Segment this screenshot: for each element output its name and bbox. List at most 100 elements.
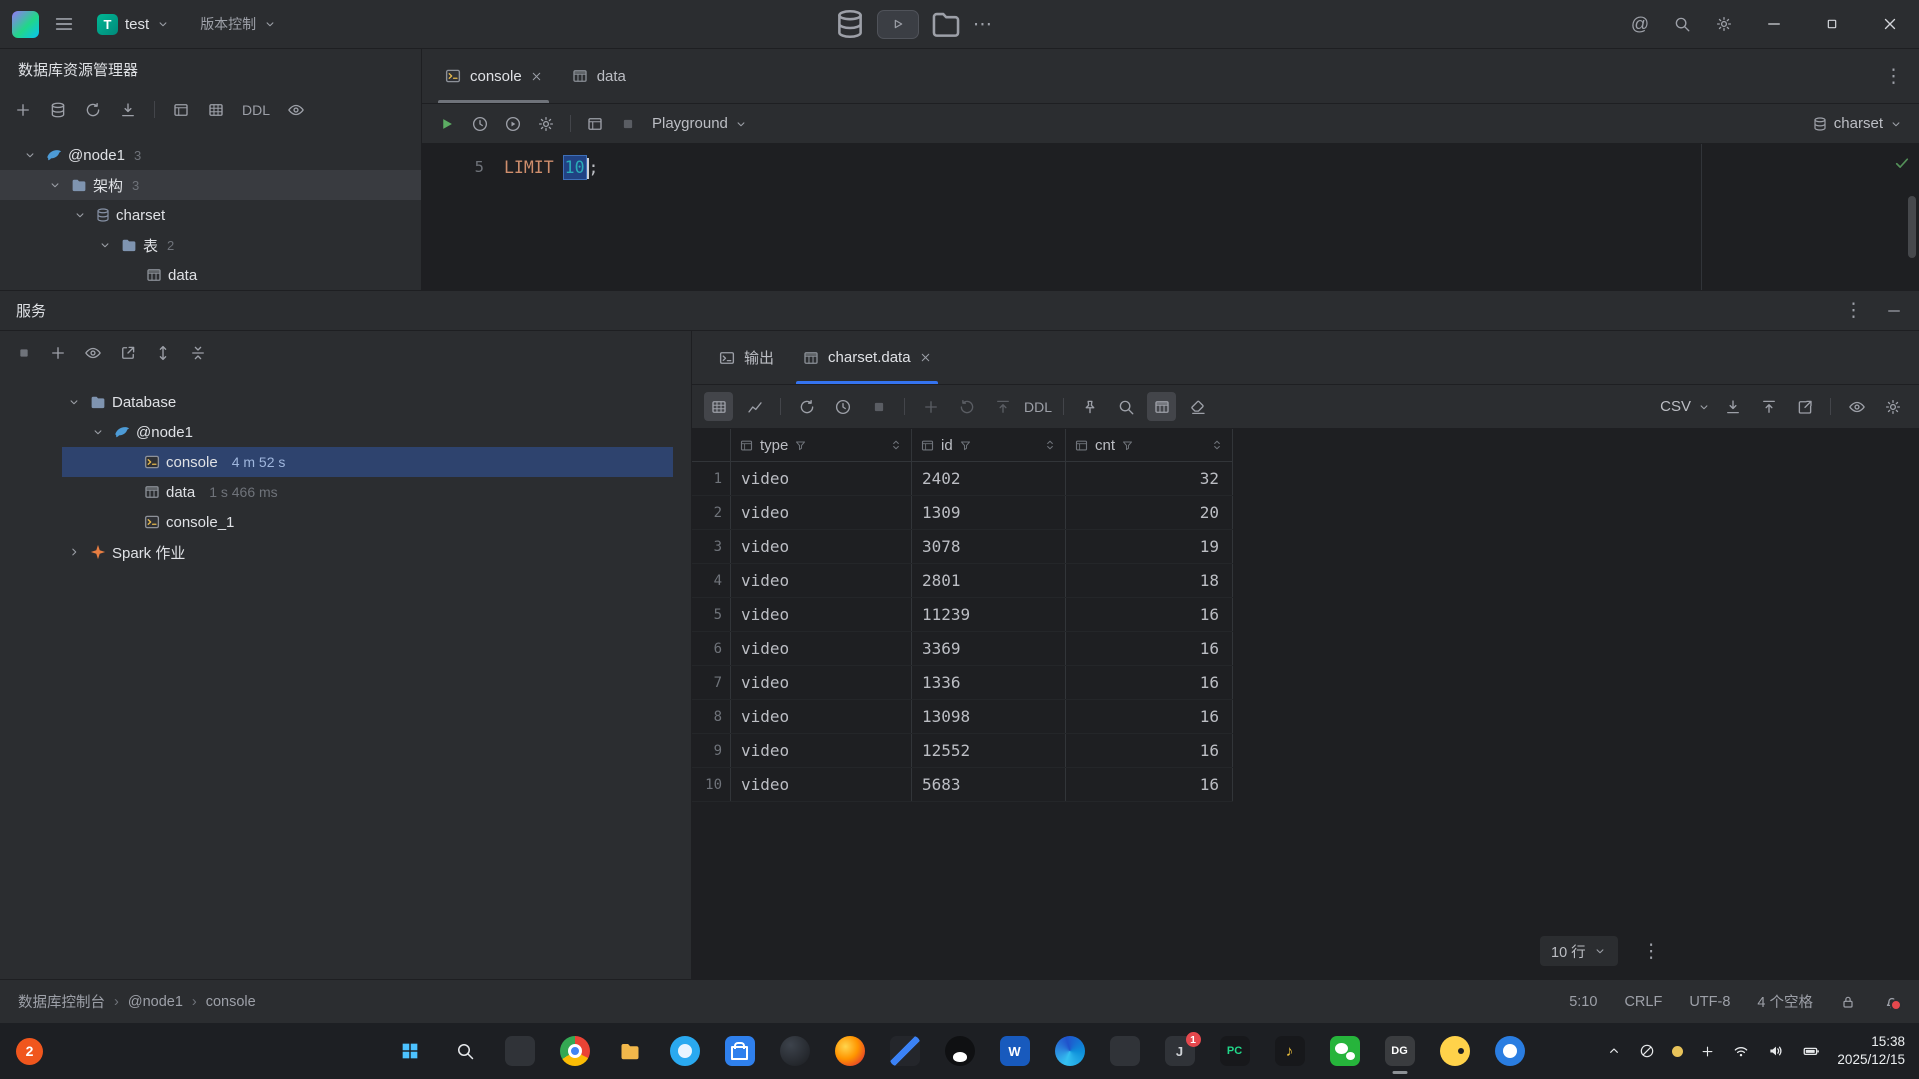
open-editor-icon[interactable] xyxy=(172,101,190,119)
cell[interactable]: 3369 xyxy=(912,632,1066,665)
filter-icon[interactable] xyxy=(959,439,972,452)
tab-console[interactable]: console xyxy=(430,49,557,103)
settings-icon[interactable] xyxy=(537,115,555,133)
detach-icon[interactable] xyxy=(119,101,137,119)
chevron-down-icon[interactable] xyxy=(88,422,108,442)
column-header-cnt[interactable]: cnt xyxy=(1066,429,1233,461)
stop-button[interactable] xyxy=(864,392,893,421)
taskbar-search-button[interactable] xyxy=(450,1036,480,1066)
cell[interactable]: video xyxy=(731,530,912,563)
cell[interactable]: 20 xyxy=(1066,496,1233,529)
cell[interactable]: video xyxy=(731,564,912,597)
execute-button[interactable] xyxy=(438,115,456,133)
filter-icon[interactable] xyxy=(794,439,807,452)
grid-row[interactable]: 8 video 13098 16 xyxy=(692,700,1233,734)
cell[interactable]: 13098 xyxy=(912,700,1066,733)
profile-selector[interactable]: Playground xyxy=(652,115,748,132)
taskbar-app-dark-2[interactable] xyxy=(1109,1036,1140,1066)
cell[interactable]: video xyxy=(731,768,912,801)
ddl-button[interactable]: DDL xyxy=(1024,399,1052,415)
submit-button[interactable] xyxy=(988,392,1017,421)
breadcrumb-item[interactable]: @node1 xyxy=(105,994,183,1010)
taskbar-app-steam[interactable] xyxy=(779,1036,810,1066)
line-separator[interactable]: CRLF xyxy=(1624,994,1662,1010)
hide-panel-button[interactable] xyxy=(1885,302,1903,320)
project-folder-icon[interactable] xyxy=(929,0,963,48)
run-widget[interactable] xyxy=(877,9,919,39)
cell[interactable]: 2801 xyxy=(912,564,1066,597)
tray-input-icon[interactable] xyxy=(1700,1044,1715,1059)
grid-row[interactable]: 10 video 5683 16 xyxy=(692,768,1233,802)
cell[interactable]: 16 xyxy=(1066,734,1233,767)
grid-row[interactable]: 1 video 2402 32 xyxy=(692,462,1233,496)
upload-button[interactable] xyxy=(1754,392,1783,421)
volume-icon[interactable] xyxy=(1767,1042,1785,1060)
database-tool-icon[interactable] xyxy=(833,0,867,48)
cell[interactable]: video xyxy=(731,462,912,495)
editor-scrollbar[interactable] xyxy=(1908,196,1916,258)
taskbar-app-compass[interactable] xyxy=(1494,1036,1525,1066)
window-close-button[interactable] xyxy=(1861,0,1919,48)
cell[interactable]: 32 xyxy=(1066,462,1233,495)
cell[interactable]: video xyxy=(731,496,912,529)
chevron-down-icon[interactable] xyxy=(95,235,115,255)
grid-row[interactable]: 5 video 11239 16 xyxy=(692,598,1233,632)
grid-row[interactable]: 4 video 2801 18 xyxy=(692,564,1233,598)
taskbar-app-yellow[interactable] xyxy=(1439,1036,1470,1066)
grid-row[interactable]: 9 video 12552 16 xyxy=(692,734,1233,768)
collapse-all-icon[interactable] xyxy=(189,344,207,362)
indent-style[interactable]: 4 个空格 xyxy=(1757,991,1813,1012)
history-icon[interactable] xyxy=(471,115,489,133)
tab-options-button[interactable]: ⋮ xyxy=(1884,49,1903,103)
grid-row[interactable]: 7 video 1336 16 xyxy=(692,666,1233,700)
cell[interactable]: 16 xyxy=(1066,700,1233,733)
window-maximize-button[interactable] xyxy=(1803,0,1861,48)
settings-button[interactable] xyxy=(1703,0,1745,48)
taskbar-app-wechat[interactable] xyxy=(1329,1036,1360,1066)
cell[interactable]: 16 xyxy=(1066,768,1233,801)
export-format-selector[interactable]: CSV xyxy=(1660,398,1711,415)
add-row-button[interactable] xyxy=(916,392,945,421)
taskbar-app-blue-stripe[interactable] xyxy=(889,1036,920,1066)
open-in-editor-icon[interactable] xyxy=(586,115,604,133)
cell[interactable]: 19 xyxy=(1066,530,1233,563)
table-view-button[interactable] xyxy=(704,392,733,421)
tab-charset-data[interactable]: charset.data xyxy=(788,331,946,384)
tray-app-icon[interactable] xyxy=(1672,1045,1684,1057)
ai-assistant-button[interactable]: @ xyxy=(1619,0,1661,48)
clear-button[interactable] xyxy=(1183,392,1212,421)
cell[interactable]: 5683 xyxy=(912,768,1066,801)
cell[interactable]: video xyxy=(731,700,912,733)
tab-data[interactable]: data xyxy=(557,49,640,103)
stop-icon[interactable] xyxy=(16,345,32,361)
cell[interactable]: 16 xyxy=(1066,666,1233,699)
project-selector[interactable]: T test xyxy=(89,10,178,39)
options-button[interactable]: ⋮ xyxy=(1844,301,1863,320)
wifi-icon[interactable] xyxy=(1732,1042,1750,1060)
grid-corner-cell[interactable] xyxy=(692,429,731,461)
column-header-type[interactable]: type xyxy=(731,429,912,461)
cell[interactable]: 2402 xyxy=(912,462,1066,495)
cell[interactable]: video xyxy=(731,734,912,767)
sort-icon[interactable] xyxy=(1210,438,1224,452)
taskbar-app-dark-1[interactable] xyxy=(504,1036,535,1066)
no-problems-check-icon[interactable] xyxy=(1893,154,1911,172)
code-line[interactable]: LIMIT 10; xyxy=(504,151,598,184)
tree-item-tables[interactable]: 表 2 xyxy=(0,230,421,260)
breadcrumb-item[interactable]: 数据库控制台 xyxy=(18,991,105,1012)
chevron-down-icon[interactable] xyxy=(64,392,84,412)
reload-button[interactable] xyxy=(792,392,821,421)
taskbar-app-datagrip[interactable]: DG xyxy=(1384,1036,1415,1066)
column-header-id[interactable]: id xyxy=(912,429,1066,461)
sort-icon[interactable] xyxy=(889,438,903,452)
start-button[interactable] xyxy=(395,1036,425,1066)
cell[interactable]: 16 xyxy=(1066,598,1233,631)
refresh-icon[interactable] xyxy=(84,101,102,119)
filter-icon[interactable] xyxy=(1121,439,1134,452)
expand-all-icon[interactable] xyxy=(154,344,172,362)
tree-item-schemas[interactable]: 架构 3 xyxy=(0,170,421,200)
cell[interactable]: 1309 xyxy=(912,496,1066,529)
run-in-console-icon[interactable] xyxy=(504,115,522,133)
search-everywhere-button[interactable] xyxy=(1661,0,1703,48)
open-table-icon[interactable] xyxy=(207,101,225,119)
